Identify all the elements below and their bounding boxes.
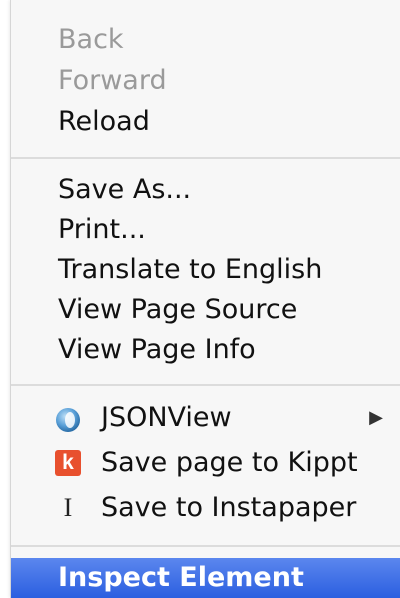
menu-item-save-as[interactable]: Save As...: [11, 170, 400, 210]
menu-item-label: Back: [58, 24, 124, 55]
menu-item-forward: Forward: [11, 61, 400, 101]
context-menu: Back Forward Reload Save As... Print... …: [10, 0, 400, 598]
menu-separator: [11, 384, 400, 386]
menu-item-label: Save page to Kippt: [101, 447, 358, 478]
menu-separator: [11, 157, 400, 159]
menu-separator: [11, 545, 400, 547]
menu-item-jsonview[interactable]: JSONView ▶: [11, 398, 400, 438]
menu-item-label: View Page Info: [58, 334, 256, 365]
menu-item-save-to-kippt[interactable]: k Save page to Kippt: [11, 443, 400, 483]
menu-item-view-page-info[interactable]: View Page Info: [11, 330, 400, 370]
menu-item-inspect-element[interactable]: Inspect Element: [11, 558, 400, 598]
menu-item-translate[interactable]: Translate to English: [11, 250, 400, 290]
menu-item-label: Save As...: [58, 174, 192, 205]
menu-item-label: Forward: [58, 65, 167, 96]
menu-item-back: Back: [11, 20, 400, 60]
instapaper-icon: I: [63, 493, 73, 522]
jsonview-icon: [55, 405, 81, 432]
menu-item-label: Translate to English: [58, 254, 323, 285]
menu-item-label: View Page Source: [58, 294, 298, 325]
submenu-arrow-icon: ▶: [369, 407, 383, 428]
menu-item-view-page-source[interactable]: View Page Source: [11, 290, 400, 330]
menu-item-print[interactable]: Print...: [11, 210, 400, 250]
kippt-icon: k: [55, 450, 81, 476]
menu-item-save-to-instapaper[interactable]: I Save to Instapaper: [11, 488, 400, 528]
menu-item-label: Reload: [58, 106, 150, 137]
menu-item-label: JSONView: [101, 402, 232, 433]
menu-item-label: Inspect Element: [58, 562, 304, 593]
menu-item-label: Save to Instapaper: [101, 492, 357, 523]
menu-item-reload[interactable]: Reload: [11, 102, 400, 142]
menu-item-label: Print...: [58, 214, 146, 245]
